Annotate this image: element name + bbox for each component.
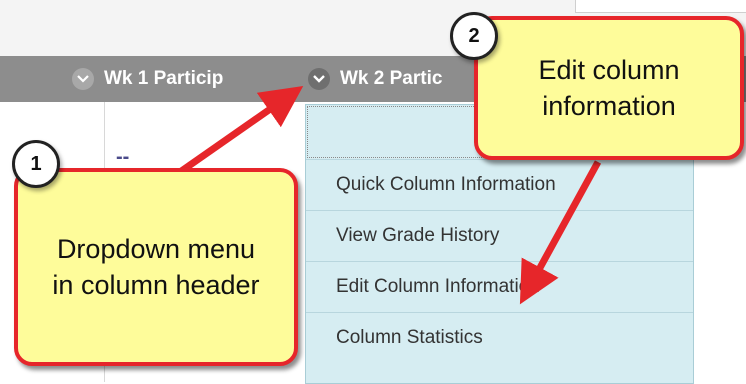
menu-item-edit-column-information[interactable]: Edit Column Information bbox=[306, 261, 693, 312]
grade-cell[interactable]: -- bbox=[116, 146, 129, 169]
column-header-wk2[interactable]: Wk 2 Partic bbox=[308, 56, 442, 102]
chevron-down-icon[interactable] bbox=[72, 68, 94, 90]
menu-item-quick-column-information[interactable]: Quick Column Information bbox=[306, 159, 693, 210]
menu-item-column-statistics[interactable]: Column Statistics bbox=[306, 312, 693, 363]
column-header-label: Wk 2 Partic bbox=[340, 68, 443, 89]
chevron-down-icon[interactable] bbox=[308, 68, 330, 90]
toolbar-box bbox=[575, 0, 746, 13]
callout-text: Dropdown menu in column header bbox=[52, 234, 260, 300]
menu-item-view-grade-history[interactable]: View Grade History bbox=[306, 210, 693, 261]
callout-dropdown-menu: Dropdown menu in column header bbox=[14, 168, 298, 366]
callout-edit-column: Edit column information bbox=[474, 16, 744, 160]
step-badge-1: 1 bbox=[12, 140, 60, 188]
step-badge-2: 2 bbox=[450, 12, 498, 60]
column-header-wk1[interactable]: Wk 1 Particip bbox=[72, 56, 223, 102]
callout-text: Edit column information bbox=[538, 55, 680, 121]
column-header-label: Wk 1 Particip bbox=[104, 68, 224, 89]
